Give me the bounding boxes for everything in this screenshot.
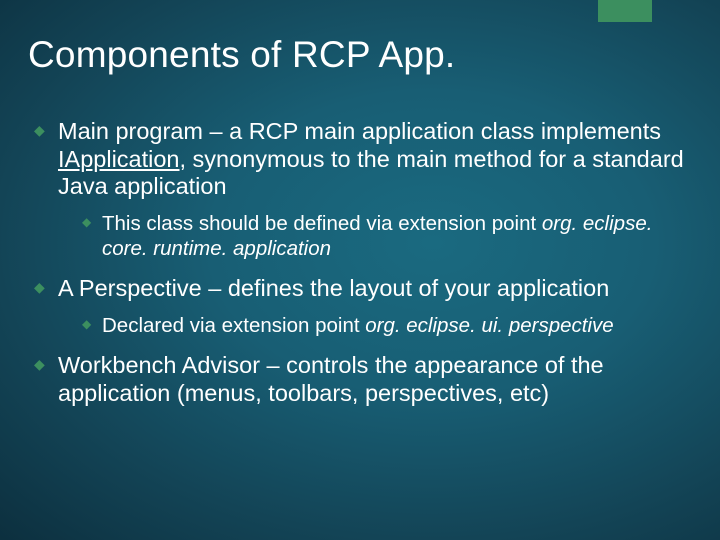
diamond-bullet-icon: ◆ <box>34 358 46 370</box>
sub-bullet-text: Declared via extension point org. eclips… <box>102 314 614 337</box>
diamond-bullet-icon: ◆ <box>34 124 46 136</box>
bullet-item-main-program: ◆ Main program – a RCP main application … <box>34 118 684 261</box>
accent-bar <box>598 0 652 22</box>
bullet-text: A Perspective – defines the layout of yo… <box>58 275 609 301</box>
sub-bullet-item: ◆ Declared via extension point org. ecli… <box>82 313 684 338</box>
text-fragment: This class should be defined via extensi… <box>102 212 542 235</box>
slide-title: Components of RCP App. <box>28 34 680 76</box>
bullet-text: Main program – a RCP main application cl… <box>58 118 684 199</box>
bullet-item-workbench-advisor: ◆ Workbench Advisor – controls the appea… <box>34 352 684 407</box>
text-fragment: Main program – a RCP main application cl… <box>58 118 661 144</box>
slide: Components of RCP App. ◆ Main program – … <box>0 0 720 540</box>
text-underlined: IApplication <box>58 146 180 172</box>
sub-bullet-list: ◆ This class should be defined via exten… <box>58 211 684 261</box>
bullet-text: Workbench Advisor – controls the appeara… <box>58 352 604 406</box>
sub-bullet-list: ◆ Declared via extension point org. ecli… <box>58 313 684 338</box>
sub-bullet-item: ◆ This class should be defined via exten… <box>82 211 684 261</box>
sub-bullet-text: This class should be defined via extensi… <box>102 212 652 260</box>
diamond-bullet-icon: ◆ <box>34 281 46 293</box>
bullet-item-perspective: ◆ A Perspective – defines the layout of … <box>34 275 684 338</box>
slide-body: ◆ Main program – a RCP main application … <box>34 118 684 421</box>
text-italic: org. eclipse. ui. perspective <box>365 314 613 337</box>
bullet-list: ◆ Main program – a RCP main application … <box>34 118 684 407</box>
text-fragment: Declared via extension point <box>102 314 365 337</box>
diamond-bullet-icon: ◆ <box>82 318 91 330</box>
diamond-bullet-icon: ◆ <box>82 216 91 228</box>
